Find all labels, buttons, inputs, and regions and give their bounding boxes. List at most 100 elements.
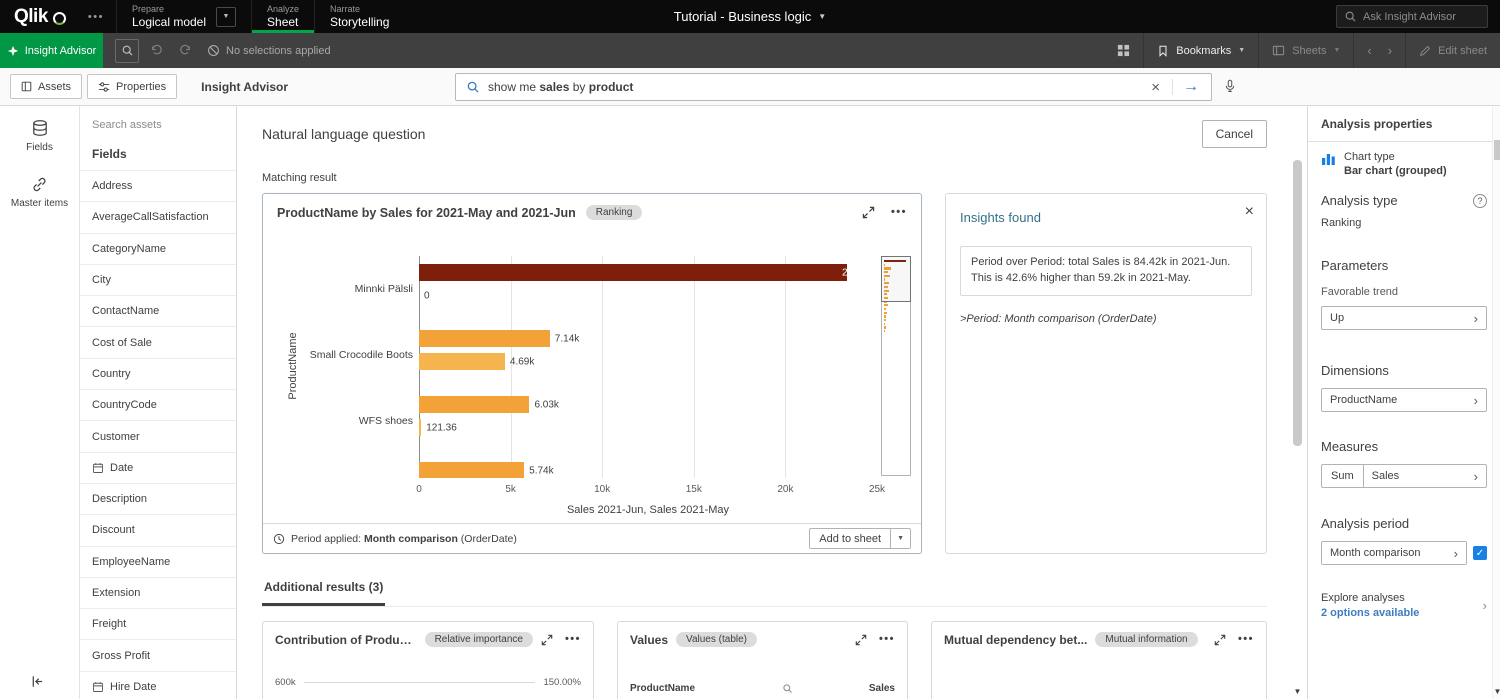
qlik-logo[interactable]: Qlik [0,0,76,33]
properties-button[interactable]: Properties [87,74,177,99]
field-item[interactable]: Hire Date [80,671,236,699]
favorable-trend-dropdown[interactable]: Up › [1321,306,1487,330]
tab-additional-results[interactable]: Additional results (3) [262,580,385,606]
explore-analyses[interactable]: Explore analyses 2 options available › [1321,592,1487,619]
bar-current-period[interactable] [419,330,550,347]
matching-result-chart-card[interactable]: ProductName by Sales for 2021-May and 20… [262,193,922,554]
kebab-menu-icon[interactable]: ••• [891,207,907,218]
explore-options-link[interactable]: 2 options available [1321,607,1419,619]
bar-value-label: 23.35k [842,267,872,278]
field-item[interactable]: City [80,264,236,295]
field-item[interactable]: Country [80,358,236,389]
field-item[interactable]: Discount [80,514,236,545]
kebab-menu-icon[interactable]: ••• [879,634,895,645]
sheets-menu[interactable]: Sheets ▼ [1259,33,1353,68]
search-assets-input[interactable] [92,119,224,131]
nav-prepare[interactable]: Prepare Logical model ▼ [116,0,251,33]
expand-icon[interactable] [541,634,553,646]
global-search[interactable] [1336,5,1488,28]
field-item[interactable]: Extension [80,577,236,608]
measure-button[interactable]: Sum Sales › [1321,464,1487,488]
field-item[interactable]: Cost of Sale [80,326,236,357]
step-forward-button[interactable] [173,39,197,63]
prepare-dropdown-button[interactable]: ▼ [216,7,236,27]
nav-group-label: Prepare [132,4,206,14]
close-icon[interactable]: × [1245,204,1254,220]
chevron-down-icon: ▼ [818,12,826,21]
scrollbar-thumb[interactable] [1494,140,1500,160]
bar-group: 7.14k4.69k [419,322,877,388]
nlq-search-bar[interactable]: show me sales by product × → [455,73,1212,101]
bar-current-period[interactable]: 23.35k [419,264,847,281]
nav-narrate[interactable]: Narrate Storytelling [314,0,404,33]
clear-query-button[interactable]: × [1147,80,1164,95]
right-axis-label: 150.00% [543,677,581,688]
column-header: ProductName [630,683,695,694]
bookmarks-menu[interactable]: Bookmarks ▼ [1144,33,1258,68]
add-to-sheet-button[interactable]: Add to sheet ▼ [809,528,911,549]
additional-result-card[interactable]: Contribution of Product... Relative impo… [262,621,594,699]
bar-previous-period[interactable] [419,353,505,370]
field-item[interactable]: CountryCode [80,389,236,420]
more-menu-button[interactable]: ••• [76,0,116,33]
expand-icon[interactable] [1214,634,1226,646]
bar-current-period[interactable] [419,396,529,413]
scroll-down-arrow[interactable]: ▼ [1293,688,1302,696]
field-item[interactable]: Description [80,483,236,514]
qlik-lens-icon [53,12,66,25]
results-tab-bar: Additional results (3) [262,580,1267,607]
app-objects-grid-button[interactable] [1111,39,1135,63]
aggregation-segment[interactable]: Sum [1322,465,1364,487]
previous-sheet-button[interactable]: ‹ [1367,43,1371,58]
field-item[interactable]: CategoryName [80,233,236,264]
search-icon[interactable] [782,683,793,694]
kebab-menu-icon[interactable]: ••• [565,634,581,645]
field-item[interactable]: Customer [80,420,236,451]
bar-current-period[interactable] [419,462,524,478]
app-title-dropdown[interactable]: Tutorial - Business logic ▼ [674,0,826,33]
field-item[interactable]: EmployeeName [80,546,236,577]
help-icon[interactable]: ? [1473,194,1487,208]
rail-tab-master-items[interactable]: Master items [0,163,79,219]
field-item[interactable]: Gross Profit [80,639,236,670]
additional-result-card[interactable]: Values Values (table) ••• ProductName Sa… [617,621,908,699]
microphone-button[interactable] [1223,79,1237,93]
analysis-period-heading: Analysis period [1321,516,1409,531]
assets-button[interactable]: Assets [10,74,82,99]
top-bar: Qlik ••• Prepare Logical model ▼ Analyze… [0,0,1500,33]
expand-icon[interactable] [855,634,867,646]
analysis-period-checkbox[interactable]: ✓ [1473,546,1487,560]
chevron-down-icon[interactable]: ▼ [890,529,910,548]
kebab-menu-icon[interactable]: ••• [1238,634,1254,645]
bar-previous-period[interactable] [419,419,421,436]
field-item[interactable]: Date [80,452,236,483]
field-item[interactable]: Address [80,170,236,201]
minimap-viewport[interactable] [881,256,911,302]
field-item[interactable]: AverageCallSatisfaction [80,201,236,232]
analysis-type-value: Ranking [1321,217,1487,229]
insight-advisor-button[interactable]: Insight Advisor [0,33,103,68]
collapse-panel-icon[interactable] [30,674,45,689]
field-item[interactable]: ContactName [80,295,236,326]
chart-minimap-scrollbar[interactable] [881,256,911,476]
additional-result-card[interactable]: Mutual dependency bet... Mutual informat… [931,621,1267,699]
next-sheet-button[interactable]: › [1388,43,1392,58]
ask-insight-advisor-input[interactable] [1363,11,1480,23]
cancel-button[interactable]: Cancel [1202,120,1267,148]
scroll-down-arrow[interactable]: ▼ [1493,688,1500,696]
scrollbar-thumb[interactable] [1293,160,1302,446]
calendar-icon [92,462,104,474]
nlq-query-text[interactable]: show me sales by product [488,80,1139,94]
edit-sheet-button[interactable]: Edit sheet [1406,33,1500,68]
search-assets[interactable] [80,106,236,137]
field-item[interactable]: Freight [80,608,236,639]
analysis-period-button[interactable]: Month comparison › [1321,541,1467,565]
expand-icon[interactable] [862,206,875,219]
submit-query-button[interactable]: → [1181,79,1201,95]
nav-analyze[interactable]: Analyze Sheet [251,0,314,33]
bar-value-label: 0 [424,290,430,301]
rail-tab-fields[interactable]: Fields [0,106,79,163]
step-back-button[interactable] [144,39,168,63]
dimension-button[interactable]: ProductName › [1321,388,1487,412]
selections-search-button[interactable] [115,39,139,63]
